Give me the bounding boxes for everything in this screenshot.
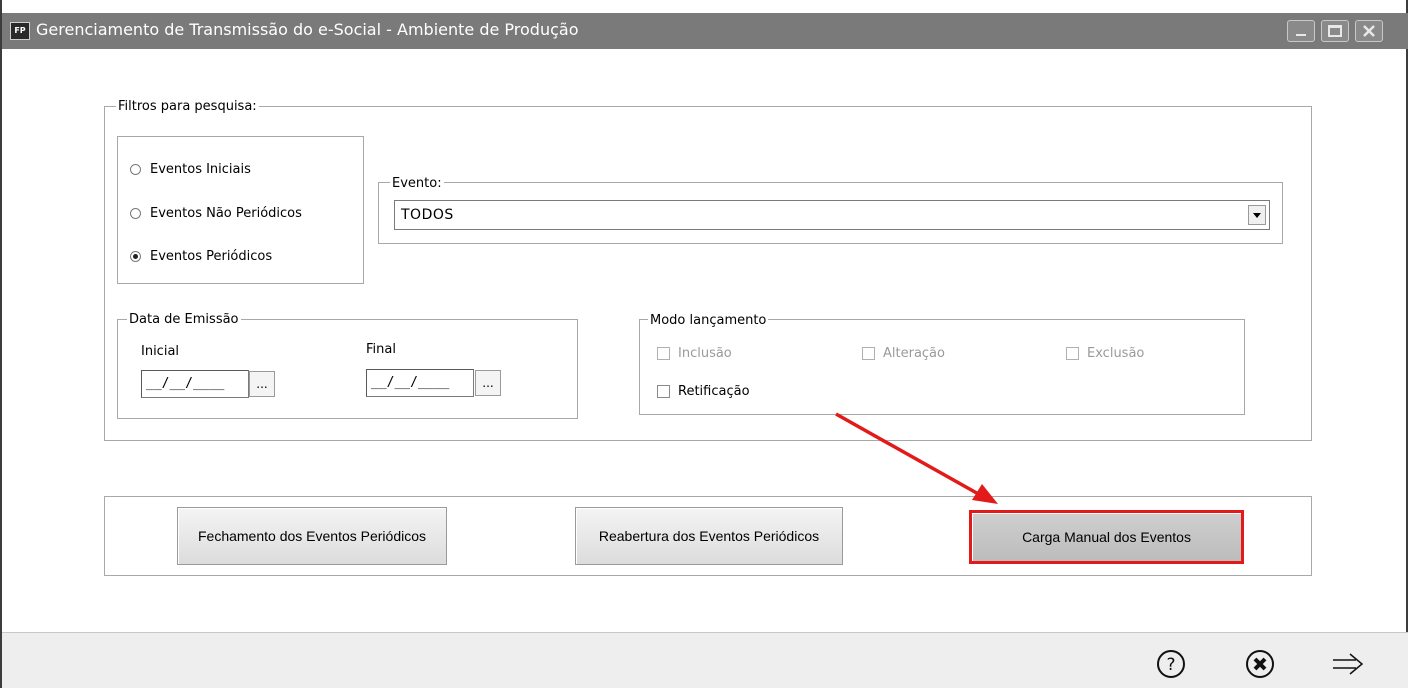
- emissao-group: [117, 319, 578, 419]
- maximize-icon: [1328, 25, 1342, 37]
- title-bar[interactable]: FP Gerenciamento de Transmissão do e-Soc…: [2, 13, 1408, 49]
- radio-label: Eventos Periódicos: [150, 248, 273, 264]
- radio-indicator[interactable]: [130, 207, 141, 219]
- radio-eventos-periodicos[interactable]: Eventos Periódicos: [130, 247, 272, 265]
- radio-label: Eventos Não Periódicos: [150, 205, 302, 221]
- checkbox-label: Inclusão: [678, 345, 732, 361]
- emissao-legend: Data de Emissão: [127, 312, 241, 327]
- data-inicial-picker-button[interactable]: ...: [249, 371, 275, 397]
- radio-indicator[interactable]: [130, 163, 141, 175]
- checkbox-label: Exclusão: [1087, 345, 1145, 361]
- data-inicial-value: __/__/____: [146, 376, 225, 391]
- chevron-down-icon[interactable]: [1248, 205, 1266, 225]
- filters-legend: Filtros para pesquisa:: [116, 99, 259, 114]
- checkbox-retificacao[interactable]: Retificação: [657, 382, 750, 400]
- help-icon[interactable]: ?: [1156, 649, 1186, 679]
- evento-select[interactable]: TODOS: [394, 200, 1270, 230]
- app-icon: FP: [10, 22, 30, 40]
- data-final-picker-button[interactable]: ...: [475, 370, 501, 396]
- annotation-arrow: [835, 412, 998, 504]
- evento-legend: Evento:: [390, 176, 444, 191]
- modo-legend: Modo lançamento: [648, 313, 769, 328]
- ellipsis-icon: ...: [482, 376, 494, 390]
- data-final-field[interactable]: __/__/____: [366, 369, 474, 397]
- svg-text:?: ?: [1166, 655, 1175, 675]
- checkbox-exclusao[interactable]: Exclusão: [1066, 344, 1144, 362]
- checkbox-box[interactable]: [657, 346, 670, 360]
- final-label: Final: [366, 342, 396, 357]
- data-inicial-field[interactable]: __/__/____: [141, 370, 249, 398]
- close-window-button[interactable]: [1355, 20, 1383, 42]
- radio-label: Eventos Iniciais: [150, 161, 251, 177]
- checkbox-label: Alteração: [883, 345, 945, 361]
- ellipsis-icon: ...: [256, 377, 268, 391]
- checkbox-label: Retificação: [678, 383, 750, 399]
- checkbox-box[interactable]: [1066, 346, 1079, 360]
- maximize-button[interactable]: [1321, 20, 1349, 42]
- radio-eventos-iniciais[interactable]: Eventos Iniciais: [130, 160, 251, 178]
- checkbox-alteracao[interactable]: Alteração: [862, 344, 945, 362]
- checkbox-box[interactable]: [657, 384, 670, 398]
- footer-bar: ?: [2, 632, 1408, 688]
- inicial-label: Inicial: [141, 344, 180, 359]
- main-window: FP Gerenciamento de Transmissão do e-Soc…: [0, 0, 1408, 688]
- checkbox-box[interactable]: [862, 346, 875, 360]
- checkbox-inclusao[interactable]: Inclusão: [657, 344, 732, 362]
- data-final-value: __/__/____: [371, 375, 450, 390]
- cancel-icon[interactable]: [1245, 649, 1275, 679]
- window-title: Gerenciamento de Transmissão do e-Social…: [36, 20, 579, 39]
- minimize-icon: [1296, 34, 1306, 36]
- radio-indicator[interactable]: [130, 250, 141, 262]
- next-arrow-icon[interactable]: [1330, 649, 1366, 679]
- close-icon: [1363, 25, 1375, 37]
- fechamento-button[interactable]: Fechamento dos Eventos Periódicos: [177, 507, 447, 565]
- reabertura-button[interactable]: Reabertura dos Eventos Periódicos: [575, 507, 843, 565]
- evento-select-value: TODOS: [401, 207, 454, 223]
- minimize-button[interactable]: [1287, 20, 1315, 42]
- radio-eventos-nao-periodicos[interactable]: Eventos Não Periódicos: [130, 204, 302, 222]
